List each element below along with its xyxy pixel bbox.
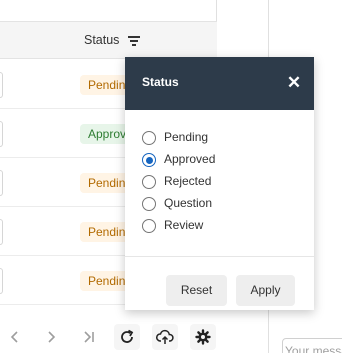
popup-divider <box>125 256 314 257</box>
row-cell-edge <box>0 170 3 196</box>
radio-button-selected[interactable] <box>142 153 156 167</box>
message-input[interactable]: Your message <box>282 338 342 353</box>
cloud-upload-icon[interactable] <box>152 324 178 350</box>
apply-button[interactable]: Apply <box>236 275 295 306</box>
chevron-left-icon[interactable] <box>2 324 28 350</box>
row-cell-edge <box>0 219 3 245</box>
popup-title: Status <box>142 75 179 89</box>
filter-icon[interactable] <box>124 31 144 51</box>
option-approved[interactable]: Approved <box>142 151 302 169</box>
option-label: Pending <box>164 130 209 144</box>
reset-button[interactable]: Reset <box>166 275 227 306</box>
gear-icon[interactable] <box>190 324 216 350</box>
chevron-right-icon[interactable] <box>38 324 64 350</box>
last-page-icon[interactable] <box>76 324 102 350</box>
row-cell-edge <box>0 121 3 147</box>
app-stage: Status Pending Approved Pending Pending … <box>0 0 342 353</box>
option-label: Approved <box>164 152 216 166</box>
row-cell-edge <box>0 268 3 294</box>
pagination-toolbar <box>0 320 230 353</box>
option-rejected[interactable]: Rejected <box>142 173 302 191</box>
option-label: Rejected <box>164 174 212 188</box>
option-question[interactable]: Question <box>142 195 302 213</box>
radio-button[interactable] <box>142 131 156 145</box>
row-cell-edge <box>0 72 3 98</box>
option-label: Question <box>164 196 213 210</box>
radio-button[interactable] <box>142 197 156 211</box>
option-pending[interactable]: Pending <box>142 129 302 147</box>
status-column-header: Status <box>84 33 120 47</box>
status-filter-popup: Status ✕ Pending Approved Rejected Quest… <box>125 57 314 310</box>
option-review[interactable]: Review <box>142 217 302 235</box>
close-icon[interactable]: ✕ <box>282 71 306 95</box>
message-placeholder: Your message <box>285 344 342 353</box>
radio-button[interactable] <box>142 175 156 189</box>
refresh-icon[interactable] <box>114 324 140 350</box>
table-header: Status <box>0 21 217 59</box>
popup-header: Status ✕ <box>125 57 314 110</box>
option-label: Review <box>164 218 204 232</box>
radio-button[interactable] <box>142 219 156 233</box>
